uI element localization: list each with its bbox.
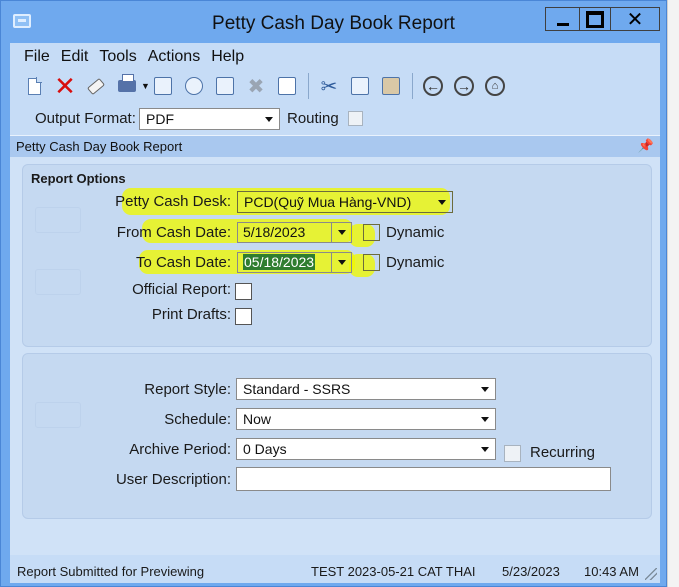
calendar-dropdown-icon[interactable] xyxy=(331,223,351,242)
back-icon[interactable]: ← xyxy=(421,74,445,98)
home-icon[interactable]: ⌂ xyxy=(483,74,507,98)
minimize-button[interactable] xyxy=(545,7,581,31)
output-format-row: Output Format: PDF Routing xyxy=(10,105,660,133)
forward-icon[interactable]: → xyxy=(452,74,476,98)
status-session: TEST 2023-05-21 CAT THAI xyxy=(311,564,476,579)
status-message: Report Submitted for Previewing xyxy=(17,564,205,579)
report-window: Petty Cash Day Book Report ✕ File Edit T… xyxy=(0,0,667,587)
schedule-options-group: Report Style: Standard - SSRS Schedule: … xyxy=(22,353,652,519)
from-date-dynamic-label: Dynamic xyxy=(386,224,445,241)
user-description-input[interactable] xyxy=(236,467,611,491)
chevron-down-icon xyxy=(481,387,489,392)
copy-to-icon[interactable] xyxy=(213,74,237,98)
menu-tools[interactable]: Tools xyxy=(94,46,142,68)
petty-cash-desk-value: PCD(Quỹ Mua Hàng-VND) xyxy=(244,194,412,210)
schedule-value: Now xyxy=(243,411,272,427)
routing-label: Routing xyxy=(287,110,339,127)
from-date-dynamic-checkbox[interactable] xyxy=(363,224,380,241)
background-window-edge xyxy=(667,0,679,587)
chevron-down-icon xyxy=(265,117,273,122)
toolbar: ✕ ▼ ✖ ✂ ← → ⌂ xyxy=(22,71,514,101)
pin-icon[interactable]: 📌 xyxy=(638,138,654,154)
from-cash-date-input[interactable]: 5/18/2023 xyxy=(237,222,352,243)
routing-checkbox[interactable] xyxy=(348,111,363,126)
print-icon[interactable] xyxy=(115,74,139,98)
status-bar: Report Submitted for Previewing TEST 202… xyxy=(10,555,660,583)
output-format-select[interactable]: PDF xyxy=(139,108,280,130)
recurring-checkbox[interactable] xyxy=(504,445,521,462)
print-drafts-label: Print Drafts: xyxy=(151,306,231,323)
calendar-dropdown-icon[interactable] xyxy=(331,253,351,272)
from-cash-date-value: 5/18/2023 xyxy=(243,224,306,240)
to-cash-date-label: To Cash Date: xyxy=(135,254,231,271)
print-drafts-checkbox[interactable] xyxy=(235,308,252,325)
close-button[interactable]: ✕ xyxy=(610,7,660,31)
report-options-group: Report Options Petty Cash Desk: PCD(Quỹ … xyxy=(22,164,652,347)
petty-cash-desk-label: Petty Cash Desk: xyxy=(115,193,231,210)
status-time: 10:43 AM xyxy=(584,564,639,579)
section-header: Petty Cash Day Book Report 📌 xyxy=(10,135,660,157)
chevron-down-icon xyxy=(438,200,446,205)
to-date-dynamic-label: Dynamic xyxy=(386,254,445,271)
archive-period-label: Archive Period: xyxy=(129,441,231,458)
cancel-icon[interactable]: ✖ xyxy=(244,74,268,98)
paste-icon[interactable] xyxy=(379,74,403,98)
menu-actions[interactable]: Actions xyxy=(143,46,206,68)
output-format-value: PDF xyxy=(146,111,174,127)
to-date-dynamic-checkbox[interactable] xyxy=(363,254,380,271)
report-style-label: Report Style: xyxy=(144,381,231,398)
from-cash-date-label: From Cash Date: xyxy=(116,224,231,241)
schedule-select[interactable]: Now xyxy=(236,408,496,430)
cut-icon[interactable]: ✂ xyxy=(317,74,341,98)
new-document-icon[interactable] xyxy=(22,74,46,98)
toolbar-separator xyxy=(412,73,413,99)
official-report-checkbox[interactable] xyxy=(235,283,252,300)
menu-file[interactable]: File xyxy=(10,46,56,68)
official-report-label: Official Report: xyxy=(132,281,231,298)
print-preview-icon[interactable] xyxy=(151,74,175,98)
menu-help[interactable]: Help xyxy=(206,46,250,68)
title-bar[interactable]: Petty Cash Day Book Report ✕ xyxy=(1,1,666,43)
excel-icon[interactable] xyxy=(275,74,299,98)
to-cash-date-value: 05/18/2023 xyxy=(243,254,316,270)
print-dropdown-icon[interactable]: ▼ xyxy=(141,81,151,91)
user-description-label: User Description: xyxy=(115,471,231,488)
delete-icon[interactable]: ✕ xyxy=(53,73,77,99)
resize-grip[interactable] xyxy=(645,568,657,580)
section-title: Petty Cash Day Book Report xyxy=(16,139,183,154)
status-date: 5/23/2023 xyxy=(502,564,560,579)
archive-period-select[interactable]: 0 Days xyxy=(236,438,496,460)
client-area: File Edit Tools Actions Help ✕ ▼ ✖ ✂ ← →… xyxy=(10,43,660,583)
menu-bar: File Edit Tools Actions Help xyxy=(10,46,250,68)
maximize-button[interactable] xyxy=(579,7,611,31)
report-style-select[interactable]: Standard - SSRS xyxy=(236,378,496,400)
output-format-label: Output Format: xyxy=(35,110,136,127)
menu-edit[interactable]: Edit xyxy=(56,46,95,68)
report-style-value: Standard - SSRS xyxy=(243,381,351,397)
to-cash-date-input[interactable]: 05/18/2023 xyxy=(237,252,352,273)
chevron-down-icon xyxy=(481,417,489,422)
toolbar-separator xyxy=(308,73,309,99)
chevron-down-icon xyxy=(481,447,489,452)
copy-icon[interactable] xyxy=(348,74,372,98)
archive-period-value: 0 Days xyxy=(243,441,287,457)
schedule-label: Schedule: xyxy=(164,411,231,428)
report-pane: Report Options Petty Cash Desk: PCD(Quỹ … xyxy=(10,157,660,555)
eraser-icon[interactable] xyxy=(84,74,108,98)
export-icon[interactable] xyxy=(182,74,206,98)
recurring-label: Recurring xyxy=(530,444,596,461)
petty-cash-desk-select[interactable]: PCD(Quỹ Mua Hàng-VND) xyxy=(237,191,453,213)
report-options-title: Report Options xyxy=(31,171,126,186)
close-icon: ✕ xyxy=(626,8,644,31)
